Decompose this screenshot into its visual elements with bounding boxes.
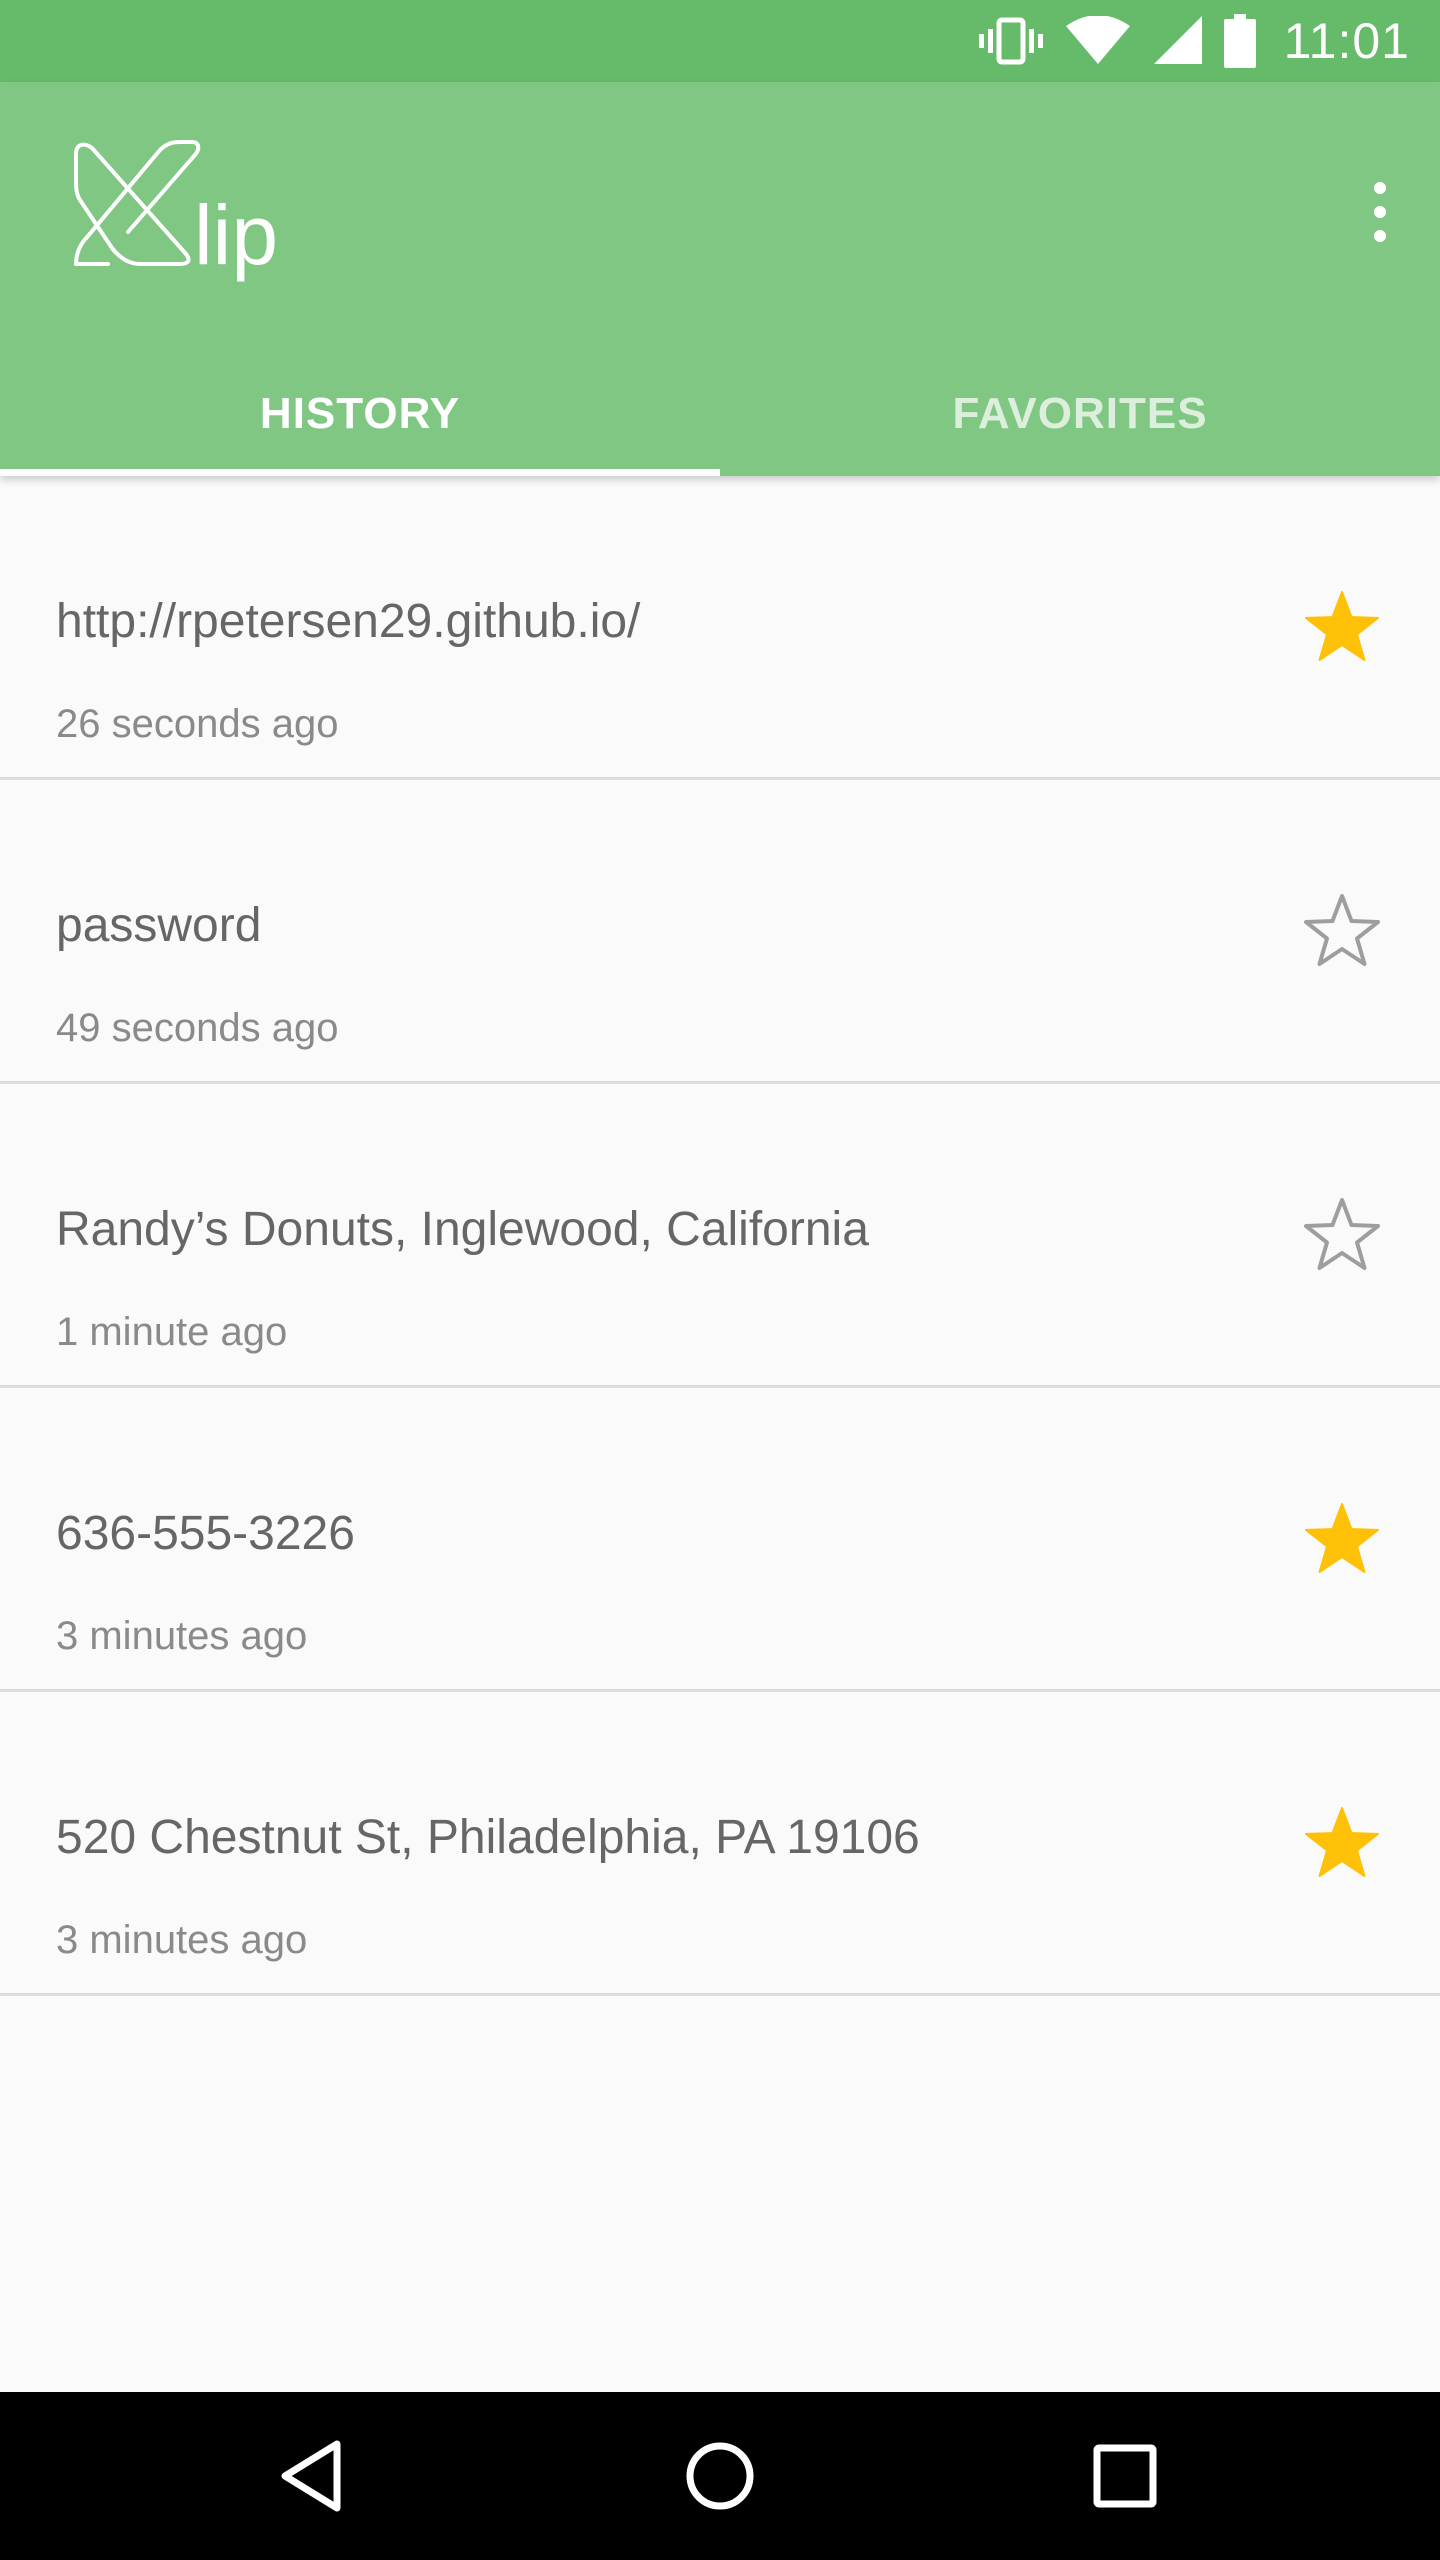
status-icons: 11:01 <box>978 0 1410 82</box>
overflow-dot <box>1374 206 1386 218</box>
wifi-icon <box>1065 16 1130 66</box>
list-item[interactable]: 520 Chestnut St, Philadelphia, PA 19106 … <box>0 1692 1440 1996</box>
overflow-dot <box>1374 230 1386 242</box>
list-item[interactable]: http://rpetersen29.github.io/ 26 seconds… <box>0 476 1440 780</box>
app-logo-text: lip <box>194 188 279 282</box>
signal-icon <box>1152 16 1202 66</box>
star-filled-icon[interactable] <box>1300 1498 1384 1582</box>
clip-text: http://rpetersen29.github.io/ <box>56 595 641 648</box>
status-time: 11:01 <box>1283 13 1410 69</box>
list-item[interactable]: 636-555-3226 3 minutes ago <box>0 1388 1440 1692</box>
star-outline-icon[interactable] <box>1300 890 1384 974</box>
clip-time: 3 minutes ago <box>56 1918 308 1962</box>
clip-text: 520 Chestnut St, Philadelphia, PA 19106 <box>56 1811 920 1864</box>
clip-time: 26 seconds ago <box>56 702 339 746</box>
back-icon[interactable] <box>275 2436 355 2516</box>
battery-icon <box>1223 14 1256 68</box>
list-item[interactable]: password 49 seconds ago <box>0 780 1440 1084</box>
tab-history[interactable]: HISTORY <box>0 372 720 476</box>
list-item[interactable]: Randy’s Donuts, Inglewood, California 1 … <box>0 1084 1440 1388</box>
recents-icon[interactable] <box>1085 2436 1165 2516</box>
app-bar: lip HISTORY FAVORITES <box>0 82 1440 476</box>
star-filled-icon[interactable] <box>1300 586 1384 670</box>
history-list: http://rpetersen29.github.io/ 26 seconds… <box>0 476 1440 1996</box>
klip-logo-icon <box>68 136 208 281</box>
clip-text: 636-555-3226 <box>56 1507 355 1560</box>
screen: 11:01 lip HISTORY FAVORITES http://rpete… <box>0 0 1440 2560</box>
tab-bar: HISTORY FAVORITES <box>0 372 1440 476</box>
home-icon[interactable] <box>680 2436 760 2516</box>
app-logo: lip <box>68 136 278 281</box>
star-filled-icon[interactable] <box>1300 1802 1384 1886</box>
vibrate-icon <box>978 16 1044 66</box>
tab-favorites[interactable]: FAVORITES <box>720 372 1440 476</box>
navigation-bar <box>0 2392 1440 2560</box>
clip-time: 49 seconds ago <box>56 1006 339 1050</box>
clip-text: Randy’s Donuts, Inglewood, California <box>56 1203 869 1256</box>
status-bar: 11:01 <box>0 0 1440 82</box>
tab-indicator <box>0 469 720 476</box>
overflow-dot <box>1374 182 1386 194</box>
tab-favorites-label: FAVORITES <box>952 389 1208 438</box>
overflow-menu-icon[interactable] <box>1350 172 1410 252</box>
star-outline-icon[interactable] <box>1300 1194 1384 1278</box>
tab-history-label: HISTORY <box>259 389 461 438</box>
clip-text: password <box>56 899 262 952</box>
clip-time: 1 minute ago <box>56 1310 288 1354</box>
clip-time: 3 minutes ago <box>56 1614 308 1658</box>
